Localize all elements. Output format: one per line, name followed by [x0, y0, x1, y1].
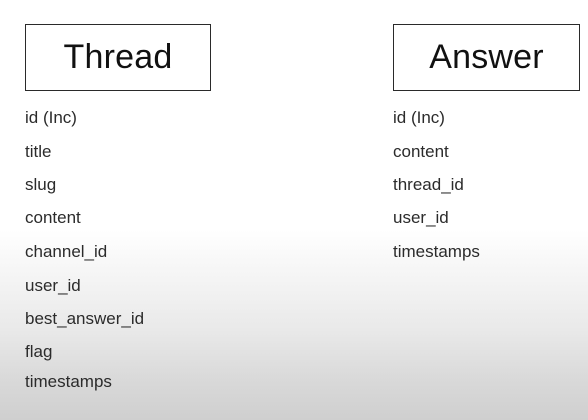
answer-entity-box: Answer [393, 24, 580, 91]
thread-field-channel-id: channel_id [25, 242, 108, 261]
answer-field-thread-id: thread_id [393, 175, 464, 194]
thread-field-content: content [25, 208, 81, 227]
answer-field-id: id (Inc) [393, 108, 445, 127]
answer-field-content: content [393, 142, 449, 161]
thread-field-title: title [25, 142, 52, 161]
thread-field-flag: flag [25, 342, 53, 361]
answer-field-user-id: user_id [393, 208, 449, 227]
thread-field-best-answer-id: best_answer_id [25, 309, 145, 328]
thread-field-slug: slug [25, 175, 57, 194]
answer-entity-title: Answer [429, 38, 544, 76]
thread-entity-box: Thread [25, 24, 211, 91]
thread-field-user-id: user_id [25, 276, 81, 295]
thread-field-timestamps: timestamps [25, 372, 112, 391]
thread-entity-title: Thread [63, 38, 173, 76]
thread-field-id: id (Inc) [25, 108, 77, 127]
answer-field-timestamps: timestamps [393, 242, 480, 261]
